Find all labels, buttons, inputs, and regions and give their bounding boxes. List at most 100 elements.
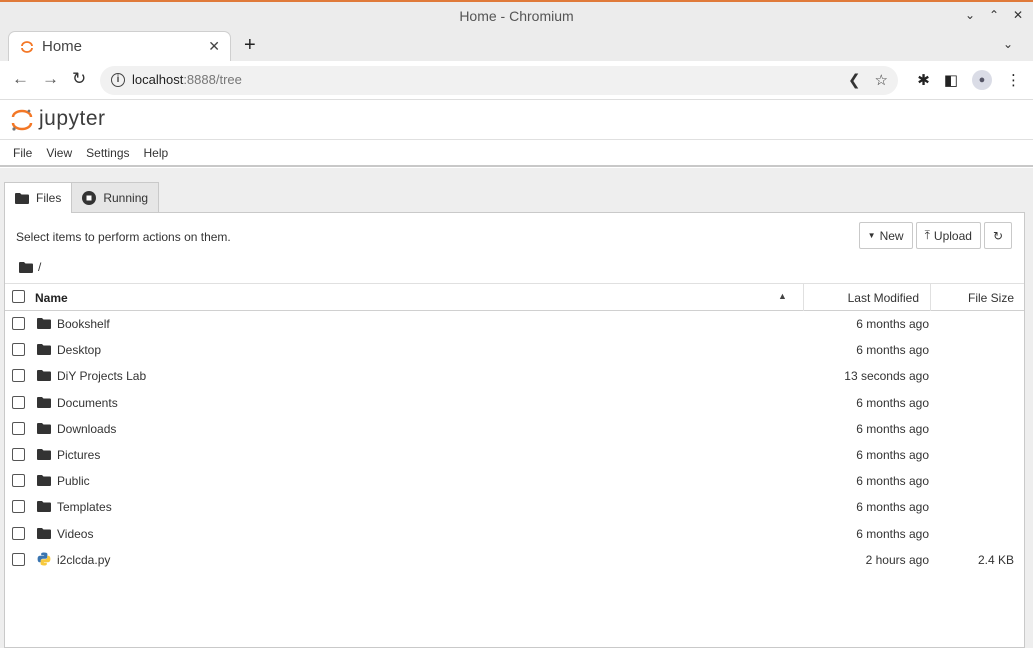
menu-view[interactable]: View [39,141,79,165]
folder-icon [37,448,51,460]
row-checkbox[interactable] [12,526,25,540]
tab-files-label: Files [36,191,62,205]
python-file-icon [37,552,51,566]
maximize-icon[interactable]: ⌃ [987,8,1001,22]
list-item[interactable]: Bookshelf 6 months ago [5,311,1024,337]
folder-icon [37,370,51,382]
jupyter-logo-text[interactable]: jupyter [39,107,106,131]
file-name[interactable]: Documents [57,396,118,410]
share-icon[interactable]: ❮ [848,71,861,89]
tab-files[interactable]: Files [4,182,73,213]
back-icon[interactable]: ← [12,69,29,89]
file-name[interactable]: Desktop [57,343,101,357]
jupyter-favicon-icon [21,41,33,53]
file-modified: 6 months ago [856,500,929,515]
jupyter-menubar: File View Settings Help [0,141,1033,167]
list-item[interactable]: Desktop 6 months ago [5,337,1024,363]
file-modified: 6 months ago [856,526,929,541]
file-modified: 6 months ago [856,474,929,489]
select-all-checkbox[interactable] [12,290,25,303]
row-checkbox[interactable] [12,552,25,566]
browser-tab-home[interactable]: Home ✕ [8,31,231,61]
jupyter-header: jupyter [0,100,1033,140]
row-checkbox[interactable] [12,343,25,357]
browser-toolbar: ← → ↻ i localhost:8888/tree ❮ ☆ ✱ ◧ ● ⋮ [0,61,1033,100]
folder-icon [37,422,51,434]
menu-help[interactable]: Help [137,141,176,165]
list-item[interactable]: Downloads 6 months ago [5,416,1024,442]
file-name[interactable]: Videos [57,527,93,541]
menu-file[interactable]: File [6,141,39,165]
folder-icon [37,501,51,513]
url-text: localhost:8888/tree [132,72,242,87]
stop-circle-icon [82,190,97,205]
caret-down-icon: ▼ [867,231,876,240]
toolbar-actions: ✱ ◧ ● ⋮ [917,70,1021,90]
list-item[interactable]: i2clcda.py 2 hours ago 2.4 KB [5,547,1024,573]
folder-icon [37,396,51,408]
new-button-label: New [879,228,904,243]
row-checkbox[interactable] [12,369,25,383]
list-item[interactable]: Public 6 months ago [5,468,1024,494]
site-info-icon[interactable]: i [111,73,125,87]
new-tab-icon[interactable]: + [244,34,256,57]
column-last-modified[interactable]: Last Modified [803,284,931,311]
refresh-button[interactable]: ↻ [983,222,1012,249]
row-checkbox[interactable] [12,500,25,514]
row-checkbox[interactable] [12,421,25,435]
tab-search-icon[interactable]: ⌄ [1003,37,1013,51]
folder-icon [37,527,51,539]
jupyter-logo-icon[interactable] [11,108,33,132]
list-item[interactable]: Documents 6 months ago [5,390,1024,416]
close-tab-icon[interactable]: ✕ [208,38,220,55]
browser-tab-label: Home [42,38,83,55]
file-list-header: Name ▲ Last Modified File Size [5,283,1024,311]
selection-hint: Select items to perform actions on them. [16,230,231,244]
file-modified: 6 months ago [856,395,929,410]
browser-menu-icon[interactable]: ⋮ [1006,71,1021,89]
column-file-size[interactable]: File Size [968,291,1014,305]
breadcrumb-root[interactable]: / [38,260,41,274]
tab-running[interactable]: Running [71,182,160,212]
menu-settings[interactable]: Settings [79,141,136,165]
file-size: 2.4 KB [977,552,1014,567]
file-name[interactable]: i2clcda.py [57,553,110,567]
address-bar[interactable]: i localhost:8888/tree ❮ ☆ [100,66,898,95]
upload-button[interactable]: ⤒ Upload [915,222,981,249]
list-item[interactable]: Pictures 6 months ago [5,442,1024,468]
file-name[interactable]: Bookshelf [57,317,110,331]
main-area: Files Running Select items to perform ac… [0,168,1033,648]
file-name[interactable]: Pictures [57,448,100,462]
file-modified: 6 months ago [856,343,929,358]
row-checkbox[interactable] [12,317,25,330]
breadcrumb: / [19,260,41,274]
close-window-icon[interactable]: ✕ [1011,8,1025,22]
profile-avatar-icon[interactable]: ● [972,70,992,90]
bookmark-star-icon[interactable]: ☆ [875,71,888,89]
row-checkbox[interactable] [12,474,25,488]
side-panel-icon[interactable]: ◧ [944,71,958,89]
minimize-icon[interactable]: ⌄ [963,8,977,22]
reload-icon[interactable]: ↻ [72,69,86,89]
file-name[interactable]: DiY Projects Lab [57,369,146,383]
list-item[interactable]: Templates 6 months ago [5,494,1024,520]
row-checkbox[interactable] [12,395,25,409]
sort-ascending-icon[interactable]: ▲ [778,291,787,301]
new-button[interactable]: ▼ New [858,222,913,249]
list-item[interactable]: Videos 6 months ago [5,521,1024,547]
folder-icon [37,318,51,329]
file-actions: ▼ New ⤒ Upload ↻ [858,222,1012,249]
file-name[interactable]: Public [57,474,90,488]
forward-icon[interactable]: → [42,69,59,89]
file-name[interactable]: Downloads [57,422,116,436]
column-name[interactable]: Name [35,291,68,305]
window-title: Home - Chromium [459,8,574,24]
file-modified: 6 months ago [856,421,929,436]
row-checkbox[interactable] [12,447,25,461]
file-name[interactable]: Templates [57,500,112,514]
upload-icon: ⤒ [924,228,930,242]
folder-icon[interactable] [19,261,33,273]
list-item[interactable]: DiY Projects Lab 13 seconds ago [5,363,1024,389]
refresh-icon: ↻ [992,228,1003,243]
extensions-puzzle-icon[interactable]: ✱ [917,71,930,89]
